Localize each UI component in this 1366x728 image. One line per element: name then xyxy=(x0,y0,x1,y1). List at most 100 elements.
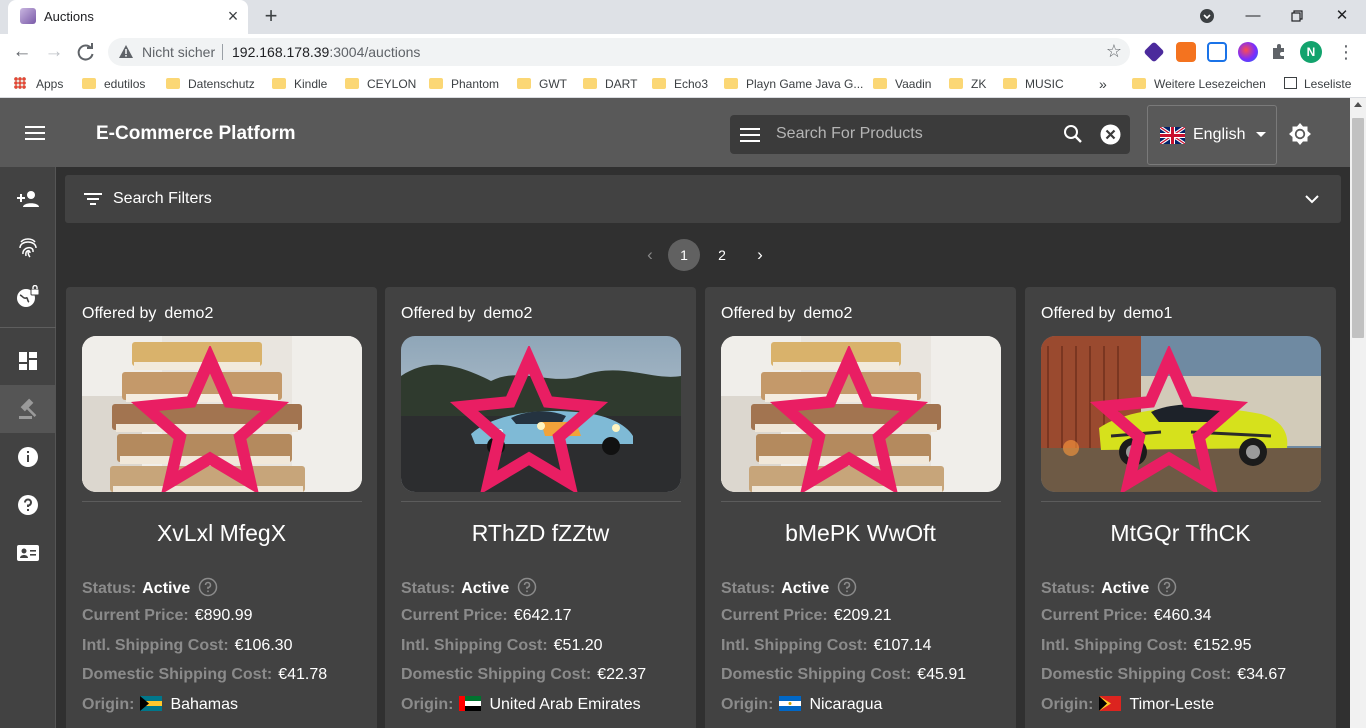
favorite-star-icon[interactable] xyxy=(82,346,350,492)
new-tab-button[interactable]: + xyxy=(260,4,282,28)
page-button-2[interactable]: 2 xyxy=(706,239,738,271)
auction-card[interactable]: Offered by demo2 22 RThZD fZZtw Status: Ac… xyxy=(385,287,696,728)
bookmark-vaadin[interactable]: Vaadin xyxy=(873,76,931,92)
page-scrollbar[interactable] xyxy=(1350,98,1366,728)
extension-screen-icon[interactable] xyxy=(1207,42,1227,62)
bookmarks-bar: Apps edutilos Datenschutz Kindle CEYLON … xyxy=(0,70,1366,98)
bookmark-label: edutilos xyxy=(104,77,146,91)
seller-name[interactable]: demo2 xyxy=(803,305,852,322)
seller-name[interactable]: demo2 xyxy=(483,305,532,322)
domestic-shipping-row: Domestic Shipping Cost: €34.67 xyxy=(1041,666,1286,684)
bookmark-star-icon[interactable]: ☆ xyxy=(1106,41,1122,62)
product-image[interactable]: 22 xyxy=(401,336,681,492)
previous-page-icon[interactable]: ‹ xyxy=(638,243,662,267)
other-bookmarks[interactable]: Weitere Lesezeichen xyxy=(1132,76,1266,92)
extensions-puzzle-icon[interactable] xyxy=(1269,42,1289,62)
folder-icon xyxy=(82,78,96,89)
product-image[interactable] xyxy=(721,336,1001,492)
bookmarks-overflow-icon[interactable]: » xyxy=(1099,76,1107,92)
extension-off-icon[interactable] xyxy=(1176,42,1196,62)
bookmark-music[interactable]: MUSIC xyxy=(1003,76,1064,92)
bookmark-echo3[interactable]: Echo3 xyxy=(652,76,708,92)
fingerprint-icon xyxy=(19,238,37,258)
main-content: Search Filters ‹ 1 2 › Offered by demo2 X… xyxy=(56,167,1350,728)
auction-card[interactable]: Offered by demo2 XvLxl MfegX Status: Activ… xyxy=(66,287,377,728)
restore-icon[interactable] xyxy=(1286,5,1308,27)
reading-list[interactable]: Leseliste xyxy=(1284,76,1351,92)
address-bar[interactable]: Nicht sicher 192.168.178.39:3004/auction… xyxy=(108,38,1130,66)
auction-title[interactable]: XvLxl MfegX xyxy=(66,520,377,547)
brightness-icon[interactable] xyxy=(1288,122,1312,146)
bookmark-dart[interactable]: DART xyxy=(583,76,637,92)
bookmark-apps[interactable]: Apps xyxy=(14,76,63,92)
tab-close-icon[interactable]: × xyxy=(224,7,242,25)
browser-menu-icon[interactable]: ⋮ xyxy=(1334,39,1358,65)
url-text: 192.168.178.39:3004/auctions xyxy=(232,44,420,60)
auction-card[interactable]: Offered by demo1 MtGQr TfhCK Status: Activ… xyxy=(1025,287,1336,728)
favorite-star-icon[interactable] xyxy=(401,346,669,492)
bookmark-label: Echo3 xyxy=(674,77,709,91)
search-input[interactable] xyxy=(776,123,1056,145)
minimize-icon[interactable]: — xyxy=(1242,5,1264,27)
bookmark-ceylon[interactable]: CEYLON xyxy=(345,76,416,92)
bookmark-phantom[interactable]: Phantom xyxy=(429,76,499,92)
bookmark-label: Weitere Lesezeichen xyxy=(1154,77,1266,91)
browser-toolbar: ← → Nicht sicher 192.168.178.39:3004/auc… xyxy=(0,34,1366,70)
product-image[interactable] xyxy=(1041,336,1321,492)
nav-auctions[interactable] xyxy=(0,385,56,433)
nav-contact[interactable] xyxy=(0,529,56,577)
bookmark-zk[interactable]: ZK xyxy=(949,76,986,92)
seller-name[interactable]: demo2 xyxy=(164,305,213,322)
help-circle-icon[interactable] xyxy=(198,577,218,597)
extension-color-icon[interactable] xyxy=(1238,42,1258,62)
status-value: Active xyxy=(781,580,830,597)
auction-card[interactable]: Offered by demo2 bMePK WwOft Status: Activ… xyxy=(705,287,1016,728)
close-window-icon[interactable]: ✕ xyxy=(1331,5,1353,27)
nav-dashboard[interactable] xyxy=(0,337,56,385)
menu-icon[interactable] xyxy=(24,122,46,144)
nav-help[interactable] xyxy=(0,481,56,529)
favorite-star-icon[interactable] xyxy=(1041,346,1309,492)
bookmark-kindle[interactable]: Kindle xyxy=(272,76,327,92)
extension-hexagon-icon[interactable] xyxy=(1143,41,1165,63)
help-circle-icon[interactable] xyxy=(1157,577,1177,597)
browser-tab-auctions[interactable]: Auctions × xyxy=(8,0,248,34)
scroll-up-icon[interactable] xyxy=(1354,102,1362,107)
reload-icon[interactable] xyxy=(74,40,98,64)
tab-search-icon[interactable] xyxy=(1196,5,1218,27)
seller-name[interactable]: demo1 xyxy=(1123,305,1172,322)
auction-title[interactable]: bMePK WwOft xyxy=(705,520,1016,547)
offered-by-label: Offered by xyxy=(721,305,796,322)
offered-by-label: Offered by xyxy=(82,305,157,322)
language-selector[interactable]: English xyxy=(1147,105,1277,165)
chevron-down-icon[interactable] xyxy=(1302,189,1322,209)
bookmark-datenschutz[interactable]: Datenschutz xyxy=(166,76,255,92)
auction-title[interactable]: RThZD fZZtw xyxy=(385,520,696,547)
help-circle-icon[interactable] xyxy=(517,577,537,597)
bookmark-playn[interactable]: Playn Game Java G... xyxy=(724,76,863,92)
profile-avatar[interactable]: N xyxy=(1300,41,1322,63)
nav-privacy[interactable] xyxy=(0,273,56,321)
bookmark-gwt[interactable]: GWT xyxy=(517,76,567,92)
auction-title[interactable]: MtGQr TfhCK xyxy=(1025,520,1336,547)
search-menu-icon[interactable] xyxy=(740,125,760,145)
domestic-shipping-label: Domestic Shipping Cost: xyxy=(401,666,592,683)
favorite-star-icon[interactable] xyxy=(721,346,989,492)
help-circle-icon[interactable] xyxy=(837,577,857,597)
offered-by: Offered by demo1 xyxy=(1041,305,1172,323)
forward-icon[interactable]: → xyxy=(42,40,66,64)
search-filters-panel[interactable]: Search Filters xyxy=(65,175,1341,223)
search-icon[interactable] xyxy=(1063,124,1083,144)
scroll-thumb[interactable] xyxy=(1352,118,1364,338)
nav-about[interactable] xyxy=(0,433,56,481)
back-icon[interactable]: ← xyxy=(10,40,34,64)
bookmark-edutilos[interactable]: edutilos xyxy=(82,76,145,92)
page-button-1[interactable]: 1 xyxy=(668,239,700,271)
next-page-icon[interactable]: › xyxy=(748,243,772,267)
price-value: €460.34 xyxy=(1153,607,1212,624)
clear-search-icon[interactable] xyxy=(1100,124,1121,145)
product-image[interactable] xyxy=(82,336,362,492)
bookmark-label: GWT xyxy=(539,77,567,91)
nav-login[interactable] xyxy=(0,224,56,272)
nav-register[interactable] xyxy=(0,175,56,223)
